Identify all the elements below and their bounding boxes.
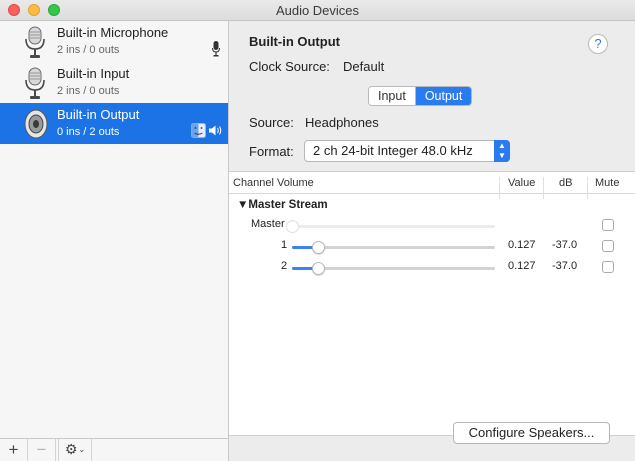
device-action-menu[interactable]: ⚙⌄	[58, 439, 92, 461]
gear-icon: ⚙	[64, 441, 78, 457]
clock-source-label: Clock Source:	[249, 59, 330, 74]
header-mute[interactable]: Mute	[595, 177, 619, 189]
mute-checkbox[interactable]	[602, 261, 614, 273]
up-down-arrows-icon: ▲ ▼	[494, 140, 510, 162]
io-tabs: Input Output	[368, 86, 473, 106]
audio-devices-window: Audio Devices Built-in Microphone 2 ins …	[0, 0, 635, 461]
chevron-down-icon: ⌄	[78, 445, 86, 454]
device-item-built-in-microphone[interactable]: Built-in Microphone 2 ins / 0 outs	[0, 21, 228, 62]
format-label: Format:	[249, 144, 294, 159]
device-item-built-in-output[interactable]: Built-in Output 0 ins / 2 outs	[0, 103, 228, 144]
tab-output[interactable]: Output	[415, 87, 472, 105]
source-label: Source:	[249, 115, 294, 130]
volume-slider	[286, 220, 495, 233]
slider-knob[interactable]	[311, 241, 325, 254]
device-name: Built-in Input	[57, 66, 130, 81]
device-name: Built-in Microphone	[57, 25, 169, 40]
master-stream-group[interactable]: ▼Master Stream	[237, 199, 328, 211]
group-label: Master Stream	[248, 199, 328, 211]
header-channel-volume[interactable]: Channel Volume	[233, 177, 314, 189]
channel-volume-table: Channel Volume Value dB Mute ▼Master Str…	[229, 171, 635, 436]
column-divider	[499, 177, 500, 199]
format-select[interactable]: 2 ch 24-bit Integer 48.0 kHz ▲ ▼	[304, 140, 510, 162]
add-device-button[interactable]: +	[0, 439, 28, 461]
source-value: Headphones	[305, 115, 379, 130]
device-io-count: 0 ins / 2 outs	[57, 126, 120, 138]
device-item-built-in-input[interactable]: Built-in Input 2 ins / 0 outs	[0, 62, 228, 103]
column-divider	[587, 177, 588, 199]
device-detail-panel: Built-in Output ? Clock Source: Default …	[229, 21, 635, 461]
help-button[interactable]: ?	[588, 34, 608, 54]
format-value: 2 ch 24-bit Integer 48.0 kHz	[313, 143, 473, 158]
device-list: Built-in Microphone 2 ins / 0 outs Built…	[0, 21, 229, 461]
microphone-icon	[25, 26, 45, 58]
slider-knob[interactable]	[311, 262, 325, 275]
device-io-count: 2 ins / 0 outs	[57, 44, 120, 56]
speaker-icon	[24, 109, 48, 139]
disclosure-triangle-icon[interactable]: ▼	[237, 199, 248, 211]
channel-label: 1	[281, 239, 288, 251]
channel-db: -37.0	[552, 239, 578, 251]
channel-row-master: Master	[229, 215, 635, 236]
speaker-volume-icon	[209, 125, 222, 136]
remove-device-button[interactable]: −	[28, 439, 56, 461]
configure-speakers-button[interactable]: Configure Speakers...	[453, 422, 610, 444]
channel-value: 0.127	[508, 260, 536, 272]
table-header: Channel Volume Value dB Mute	[229, 172, 635, 199]
header-value[interactable]: Value	[508, 177, 535, 189]
volume-slider[interactable]	[292, 241, 495, 254]
mute-checkbox[interactable]	[602, 219, 614, 231]
device-name: Built-in Output	[57, 107, 140, 122]
volume-slider[interactable]	[292, 262, 495, 275]
mic-input-icon	[212, 41, 220, 57]
slider-knob	[286, 220, 299, 233]
channel-db: -37.0	[552, 260, 578, 272]
mute-checkbox[interactable]	[602, 240, 614, 252]
column-divider	[543, 177, 544, 199]
device-title: Built-in Output	[249, 34, 340, 49]
finder-icon	[191, 123, 206, 138]
channel-value: 0.127	[508, 239, 536, 251]
header-db[interactable]: dB	[559, 177, 572, 189]
window-title: Audio Devices	[275, 3, 360, 18]
channel-row-1: 1 0.127 -37.0	[229, 236, 635, 257]
channel-label: 2	[281, 260, 288, 272]
device-io-count: 2 ins / 0 outs	[57, 85, 120, 97]
title-bar: Audio Devices	[0, 0, 635, 21]
microphone-icon	[25, 67, 45, 99]
tab-input[interactable]: Input	[369, 87, 416, 105]
channel-label: Master	[251, 218, 285, 230]
channel-row-2: 2 0.127 -37.0	[229, 257, 635, 278]
sidebar-toolbar: + − ⚙⌄	[0, 438, 228, 461]
clock-source-value: Default	[343, 59, 385, 74]
